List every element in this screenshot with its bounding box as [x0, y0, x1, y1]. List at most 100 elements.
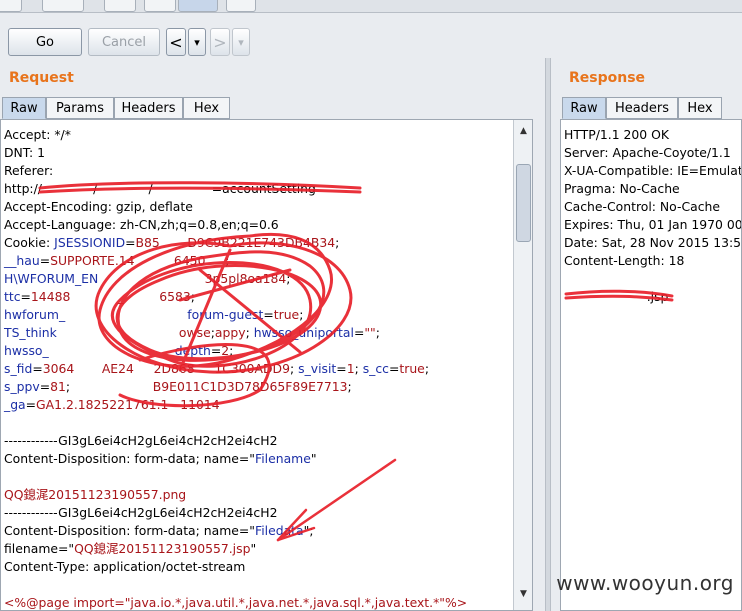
- back-arrow-icon: <: [169, 32, 183, 52]
- request-text-segment: ;: [299, 307, 304, 322]
- request-line: Content-Type: application/octet-stream: [4, 558, 467, 576]
- request-line: Referer:: [4, 162, 467, 180]
- request-text-segment: http:// / / =accountSetting: [4, 181, 316, 196]
- scroll-up-icon[interactable]: ▲: [514, 123, 532, 139]
- top-tab[interactable]: [104, 0, 136, 12]
- request-text-segment: true: [273, 307, 300, 322]
- response-editor[interactable]: HTTP/1.1 200 OK Server: Apache-Coyote/1.1…: [560, 119, 742, 611]
- request-line: H\WFORUM_EN 3p5pl8oa184;: [4, 270, 467, 288]
- top-tab-strip: [0, 0, 742, 13]
- request-text-segment: ;: [424, 361, 429, 376]
- request-text-segment: SUPPORTE.14 6450: [50, 253, 206, 268]
- request-text-segment: 3064 AE24 2D868 1C300ADD9: [42, 361, 290, 376]
- request-text-segment: depth: [174, 343, 211, 358]
- request-line: hwsso_ depth=2;: [4, 342, 467, 360]
- request-line: filename="QQ鎴浘20151123190557.jsp": [4, 540, 467, 558]
- request-line: Content-Disposition: form-data; name="Fi…: [4, 450, 467, 468]
- scrollbar-thumb[interactable]: [516, 164, 531, 242]
- request-text-segment: forum-guest: [187, 307, 264, 322]
- request-line: __hau=SUPPORTE.14 6450 ;: [4, 252, 467, 270]
- top-tab-selected[interactable]: [178, 0, 218, 12]
- request-text-segment: ------------GI3gL6ei4cH2gL6ei4cH2cH2ei4c…: [4, 433, 278, 448]
- request-text-segment: owse: [178, 325, 211, 340]
- top-tab[interactable]: [144, 0, 176, 12]
- request-text-segment: =: [263, 307, 274, 322]
- request-text-segment: =: [353, 325, 365, 340]
- top-tab[interactable]: [0, 0, 22, 12]
- request-text-segment: _ga: [4, 397, 26, 412]
- request-line: s_fid=3064 AE24 2D868 1C300ADD9; s_visit…: [4, 360, 467, 378]
- request-text-segment: "": [364, 325, 376, 340]
- request-text-segment: ;: [245, 325, 254, 340]
- request-tab-raw[interactable]: Raw: [2, 97, 46, 119]
- response-tab-headers[interactable]: Headers: [606, 97, 678, 119]
- request-text-segment: Content-Disposition: form-data; name=": [4, 451, 255, 466]
- request-line: [4, 414, 467, 432]
- request-tab-headers[interactable]: Headers: [114, 97, 183, 119]
- request-text-segment: =: [336, 361, 347, 376]
- request-text-segment: =: [125, 235, 136, 250]
- forward-button[interactable]: >: [210, 28, 230, 56]
- request-text-segment: Cookie:: [4, 235, 55, 250]
- response-line: HTTP/1.1 200 OK: [564, 127, 669, 142]
- request-text-segment: =: [39, 253, 51, 268]
- panel-splitter[interactable]: [545, 58, 551, 611]
- back-history-dropdown[interactable]: ▾: [188, 28, 206, 56]
- request-line: ------------GI3gL6ei4cH2gL6ei4cH2cH2ei4c…: [4, 432, 467, 450]
- request-text-segment: GA1.2.1825221761.1 11014: [36, 397, 220, 412]
- request-line: s_ppv=81; B9E011C1D3D78D65F89E7713;: [4, 378, 467, 396]
- go-button[interactable]: Go: [8, 28, 82, 56]
- request-scrollbar[interactable]: ▲ ▼: [513, 120, 532, 610]
- request-text-segment: ": [310, 451, 317, 466]
- response-line: Content-Length: 18: [564, 253, 685, 268]
- request-text-segment: Content-Disposition: form-data; name=": [4, 523, 255, 538]
- request-line: ------------GI3gL6ei4cH2gL6ei4cH2cH2ei4c…: [4, 504, 467, 522]
- response-line: Cache-Control: No-Cache: [564, 199, 720, 214]
- request-text-segment: s_fid: [4, 361, 33, 376]
- request-text-segment: Accept-Language: zh-CN,zh;q=0.8,en;q=0.6: [4, 217, 279, 232]
- request-text-segment: Filename: [254, 451, 311, 466]
- request-line: Accept-Encoding: gzip, deflate: [4, 198, 467, 216]
- request-text-segment: =: [32, 361, 43, 376]
- request-text-segment: Accept: */*: [4, 127, 71, 142]
- request-text-segment: Accept-Encoding: gzip, deflate: [4, 199, 193, 214]
- forward-history-dropdown[interactable]: ▾: [232, 28, 250, 56]
- response-line: .jsp: [564, 289, 669, 304]
- request-text-segment: ;: [190, 289, 195, 304]
- request-line: [4, 468, 467, 486]
- request-text-segment: ;: [335, 235, 340, 250]
- request-text-segment: =: [210, 343, 222, 358]
- request-line: QQ鎴浘20151123190557.png: [4, 486, 467, 504]
- request-text-segment: QQ鎴浘20151123190557.jsp: [74, 541, 251, 556]
- request-editor[interactable]: Accept: */* DNT: 1 Referer: http:// / / =ac…: [0, 119, 533, 611]
- request-line: ttc=14488 _ 6583;: [4, 288, 467, 306]
- request-text-segment: ;: [205, 253, 230, 268]
- response-line: Server: Apache-Coyote/1.1: [564, 145, 731, 160]
- request-text-segment: true: [399, 361, 425, 376]
- top-tab[interactable]: [42, 0, 84, 12]
- scroll-down-icon[interactable]: ▼: [514, 586, 532, 602]
- request-text-segment: s_ppv: [4, 379, 40, 394]
- request-text-segment: ;: [354, 361, 363, 376]
- request-line: Accept: */*: [4, 126, 467, 144]
- request-tab-hex[interactable]: Hex: [183, 97, 230, 119]
- cancel-button[interactable]: Cancel: [88, 28, 160, 56]
- back-button[interactable]: <: [166, 28, 186, 56]
- request-line: hwforum_ forum-guest=true;: [4, 306, 467, 324]
- chevron-down-icon: ▾: [194, 35, 200, 49]
- request-text[interactable]: Accept: */* DNT: 1 Referer: http:// / / =ac…: [4, 126, 467, 610]
- request-text-segment: Referer:: [4, 163, 54, 178]
- response-text[interactable]: HTTP/1.1 200 OK Server: Apache-Coyote/1.1…: [564, 126, 741, 306]
- request-text-segment: Content-Type: application/octet-stream: [4, 559, 246, 574]
- request-text-segment: ": [250, 541, 257, 556]
- request-line: <%@page import="java.io.*,java.util.*,ja…: [4, 594, 467, 610]
- request-tab-params[interactable]: Params: [46, 97, 114, 119]
- top-tab-more[interactable]: [226, 0, 256, 12]
- request-text-segment: ";: [303, 523, 314, 538]
- response-tab-raw[interactable]: Raw: [562, 97, 606, 119]
- request-line: [4, 576, 467, 594]
- request-text-segment: B9E011C1D3D78D65F89E7713: [74, 379, 348, 394]
- request-text-segment: QQ鎴浘20151123190557.png: [4, 487, 187, 502]
- response-tab-hex[interactable]: Hex: [678, 97, 722, 119]
- request-text-segment: 81: [50, 379, 66, 394]
